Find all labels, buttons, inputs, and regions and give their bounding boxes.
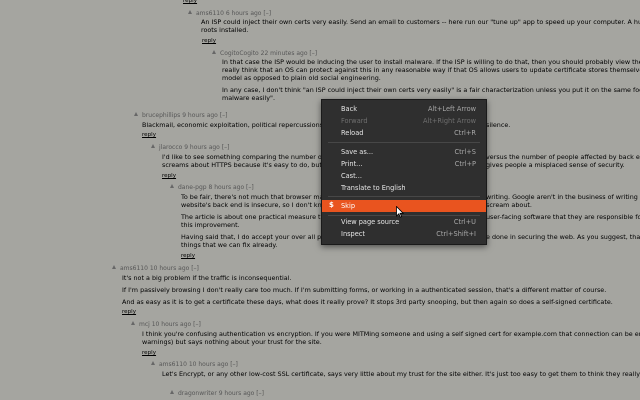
menu-item-translate[interactable]: Translate to English [322,183,486,194]
context-menu: Back Alt+Left Arrow Forward Alt+Right Ar… [321,99,487,245]
menu-separator [328,215,480,216]
dim-overlay [0,0,640,400]
menu-item-reload[interactable]: Reload Ctrl+R [322,128,486,139]
menu-item-cast[interactable]: Cast... [322,171,486,182]
menu-separator [328,196,480,197]
skip-extension-icon: $ [329,201,334,209]
menu-item-save-as[interactable]: Save as... Ctrl+S [322,147,486,158]
menu-item-skip[interactable]: $ Skip [322,200,486,212]
menu-item-inspect[interactable]: Inspect Ctrl+Shift+I [322,229,486,240]
menu-separator [328,142,480,143]
menu-item-view-source[interactable]: View page source Ctrl+U [322,217,486,228]
mouse-cursor-icon [396,206,404,218]
menu-item-forward: Forward Alt+Right Arrow [341,117,476,125]
menu-item-back[interactable]: Back Alt+Left Arrow [322,104,486,115]
menu-item-print[interactable]: Print... Ctrl+P [322,159,486,170]
